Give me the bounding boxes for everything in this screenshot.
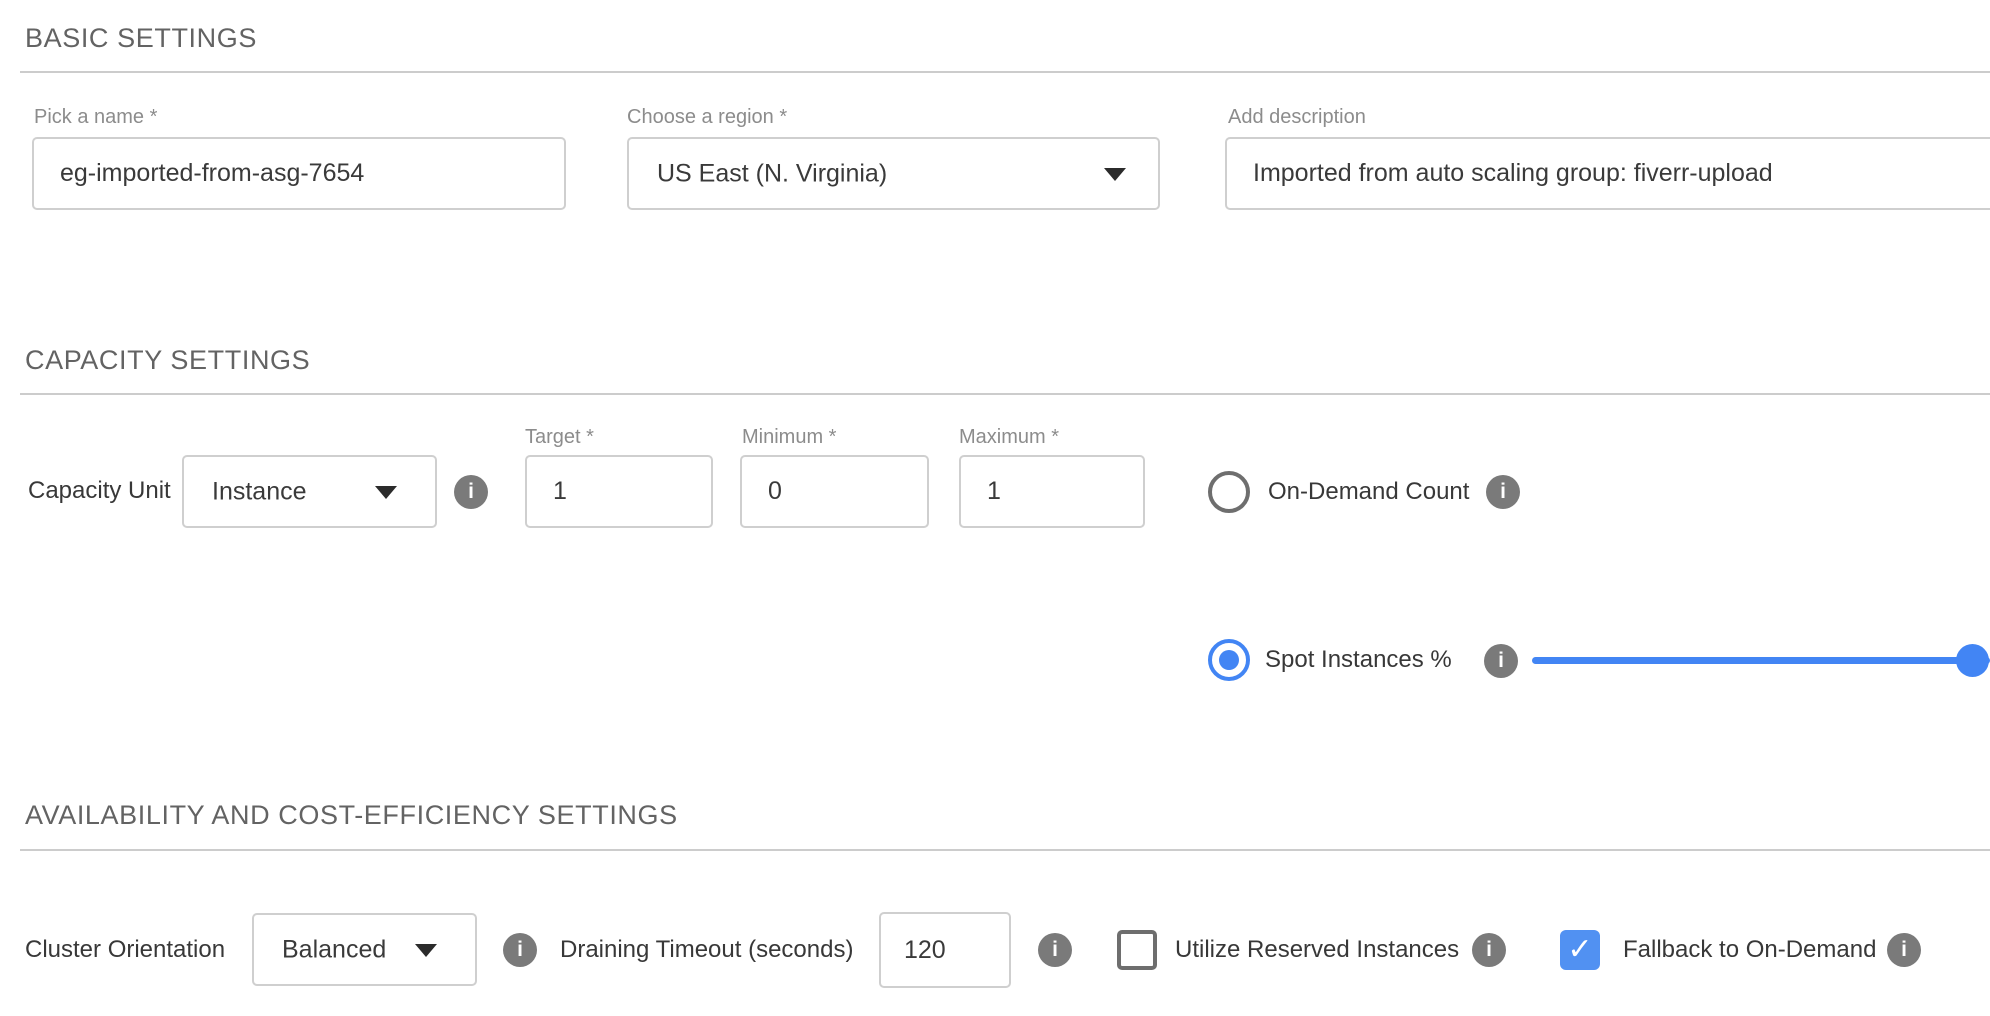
name-input[interactable]: [32, 137, 566, 210]
chevron-down-icon: [1104, 168, 1126, 181]
on-demand-count-radio[interactable]: [1208, 471, 1250, 513]
draining-timeout-label: Draining Timeout (seconds): [560, 936, 853, 964]
capacity-unit-info-icon[interactable]: i: [454, 475, 488, 509]
region-select-value: US East (N. Virginia): [657, 159, 887, 188]
capacity-unit-label: Capacity Unit: [28, 477, 171, 505]
on-demand-count-info-icon[interactable]: i: [1486, 475, 1520, 509]
maximum-field-label: Maximum *: [959, 424, 1059, 450]
description-field-label: Add description: [1228, 104, 1366, 130]
utilize-reserved-instances-info-icon[interactable]: i: [1472, 933, 1506, 967]
chevron-down-icon: [415, 944, 437, 957]
spot-percentage-slider-thumb[interactable]: [1956, 644, 1989, 677]
maximum-input[interactable]: [959, 455, 1145, 528]
spot-instances-label: Spot Instances %: [1265, 646, 1452, 674]
cluster-orientation-label: Cluster Orientation: [25, 936, 225, 964]
cluster-orientation-info-icon[interactable]: i: [503, 933, 537, 967]
target-input[interactable]: [525, 455, 713, 528]
radio-dot: [1219, 650, 1239, 670]
chevron-down-icon: [375, 486, 397, 499]
draining-timeout-input[interactable]: [879, 912, 1011, 988]
fallback-on-demand-label: Fallback to On-Demand: [1623, 936, 1876, 964]
description-input[interactable]: [1225, 137, 1990, 210]
availability-settings-divider: [20, 849, 1990, 851]
elastigroup-creation-form: BASIC SETTINGS Pick a name * Choose a re…: [0, 0, 1990, 1016]
target-field-label: Target *: [525, 424, 594, 450]
capacity-settings-title: CAPACITY SETTINGS: [25, 344, 310, 376]
availability-settings-title: AVAILABILITY AND COST-EFFICIENCY SETTING…: [25, 799, 678, 831]
minimum-field-label: Minimum *: [742, 424, 836, 450]
utilize-reserved-instances-checkbox[interactable]: [1117, 930, 1157, 970]
spot-instances-info-icon[interactable]: i: [1484, 644, 1518, 678]
spot-instances-radio[interactable]: [1208, 639, 1250, 681]
cluster-orientation-select[interactable]: Balanced: [252, 913, 477, 986]
cluster-orientation-select-value: Balanced: [282, 935, 386, 964]
spot-percentage-slider-track[interactable]: [1532, 657, 1990, 664]
region-select[interactable]: US East (N. Virginia): [627, 137, 1160, 210]
fallback-on-demand-checkbox[interactable]: ✓: [1560, 930, 1600, 970]
basic-settings-title: BASIC SETTINGS: [25, 22, 257, 54]
minimum-input[interactable]: [740, 455, 929, 528]
name-field-label: Pick a name *: [34, 104, 157, 130]
on-demand-count-label: On-Demand Count: [1268, 478, 1469, 506]
fallback-on-demand-info-icon[interactable]: i: [1887, 933, 1921, 967]
utilize-reserved-instances-label: Utilize Reserved Instances: [1175, 936, 1459, 964]
capacity-unit-select[interactable]: Instance: [182, 455, 437, 528]
basic-settings-divider: [20, 71, 1990, 73]
capacity-unit-select-value: Instance: [212, 477, 307, 506]
capacity-settings-divider: [20, 393, 1990, 395]
draining-timeout-info-icon[interactable]: i: [1038, 933, 1072, 967]
region-select-label: Choose a region *: [627, 104, 787, 130]
